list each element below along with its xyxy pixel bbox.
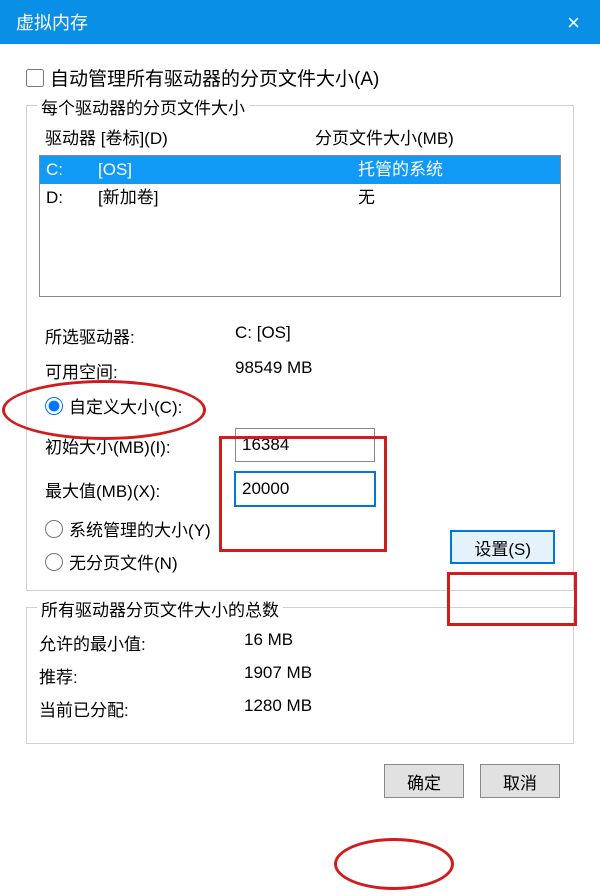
drive-row-c[interactable]: C: [OS] 托管的系统 [40, 156, 560, 184]
auto-manage-checkbox[interactable] [26, 69, 44, 87]
bottom-button-row: 确定 取消 [26, 760, 574, 798]
min-label: 允许的最小值: [39, 630, 244, 655]
close-icon[interactable]: × [567, 10, 580, 36]
drive-list[interactable]: C: [OS] 托管的系统 D: [新加卷] 无 [39, 155, 561, 297]
no-pagefile-radio[interactable] [45, 553, 63, 571]
initial-size-input[interactable] [235, 428, 375, 462]
max-size-row: 最大值(MB)(X): [45, 472, 555, 506]
content-area: 自动管理所有驱动器的分页文件大小(A) 每个驱动器的分页文件大小 驱动器 [卷标… [0, 44, 600, 814]
custom-size-label: 自定义大小(C): [69, 393, 182, 418]
min-row: 允许的最小值: 16 MB [39, 630, 561, 655]
selected-drive-label: 所选驱动器: [45, 323, 235, 348]
min-value: 16 MB [244, 630, 561, 655]
selected-drive-value: C: [OS] [235, 323, 555, 348]
custom-size-radio[interactable] [45, 397, 63, 415]
selected-drive-row: 所选驱动器: C: [OS] [45, 323, 555, 348]
titlebar: 虚拟内存 × [0, 0, 600, 44]
max-size-input[interactable] [235, 472, 375, 506]
header-pagefile: 分页文件大小(MB) [315, 124, 555, 149]
free-space-row: 可用空间: 98549 MB [45, 358, 555, 383]
cur-row: 当前已分配: 1280 MB [39, 696, 561, 721]
drive-c-value: 托管的系统 [358, 158, 554, 182]
initial-size-label: 初始大小(MB)(I): [45, 433, 235, 458]
info-block: 所选驱动器: C: [OS] 可用空间: 98549 MB 自定义大小(C): … [39, 323, 561, 564]
cur-value: 1280 MB [244, 696, 561, 721]
auto-manage-checkbox-row[interactable]: 自动管理所有驱动器的分页文件大小(A) [26, 64, 574, 91]
drive-d-label: [新加卷] [98, 186, 358, 210]
drive-d-letter: D: [46, 186, 98, 210]
rec-label: 推荐: [39, 663, 244, 688]
totals-group: 所有驱动器分页文件大小的总数 允许的最小值: 16 MB 推荐: 1907 MB… [26, 607, 574, 744]
auto-manage-label: 自动管理所有驱动器的分页文件大小(A) [50, 64, 379, 91]
custom-size-radio-row[interactable]: 自定义大小(C): [45, 393, 555, 418]
max-size-label: 最大值(MB)(X): [45, 477, 235, 502]
drive-row-d[interactable]: D: [新加卷] 无 [40, 184, 560, 212]
system-managed-label: 系统管理的大小(Y) [69, 516, 211, 541]
free-space-label: 可用空间: [45, 358, 235, 383]
cancel-button[interactable]: 取消 [480, 764, 560, 798]
system-managed-radio-row[interactable]: 系统管理的大小(Y) [45, 516, 555, 541]
rec-value: 1907 MB [244, 663, 561, 688]
rec-row: 推荐: 1907 MB [39, 663, 561, 688]
annotation-ellipse-2 [334, 838, 454, 890]
drive-list-header: 驱动器 [卷标](D) 分页文件大小(MB) [39, 120, 561, 155]
group1-legend: 每个驱动器的分页文件大小 [37, 94, 249, 119]
header-drive: 驱动器 [卷标](D) [45, 124, 315, 149]
window-title: 虚拟内存 [16, 9, 88, 35]
cur-label: 当前已分配: [39, 696, 244, 721]
drive-c-letter: C: [46, 158, 98, 182]
drive-settings-group: 每个驱动器的分页文件大小 驱动器 [卷标](D) 分页文件大小(MB) C: [… [26, 105, 574, 591]
system-managed-radio[interactable] [45, 520, 63, 538]
free-space-value: 98549 MB [235, 358, 555, 383]
no-pagefile-label: 无分页文件(N) [69, 549, 178, 574]
initial-size-row: 初始大小(MB)(I): [45, 428, 555, 462]
drive-d-value: 无 [358, 186, 554, 210]
drive-c-label: [OS] [98, 158, 358, 182]
no-pagefile-radio-row[interactable]: 无分页文件(N) [45, 549, 555, 574]
group2-legend: 所有驱动器分页文件大小的总数 [37, 596, 283, 621]
ok-button[interactable]: 确定 [384, 764, 464, 798]
